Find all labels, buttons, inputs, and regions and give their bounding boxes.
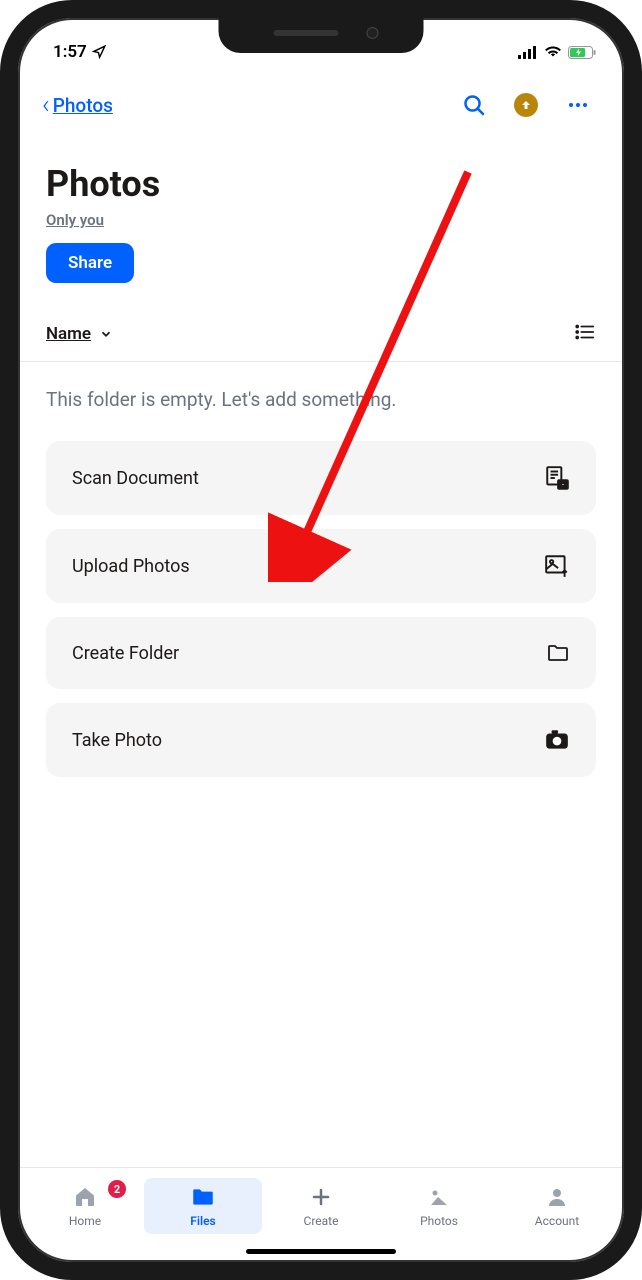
sort-button[interactable]: Name <box>46 324 113 344</box>
search-icon <box>462 93 486 117</box>
share-button[interactable]: Share <box>46 243 134 283</box>
page-title: Photos <box>46 163 596 205</box>
action-label: Create Folder <box>72 643 179 664</box>
view-toggle-button[interactable] <box>574 321 596 347</box>
chevron-left-icon: ‹ <box>42 90 50 120</box>
upgrade-button[interactable] <box>504 83 548 127</box>
upload-photos-icon <box>544 553 570 579</box>
action-label: Take Photo <box>72 730 162 751</box>
photos-icon <box>427 1185 451 1209</box>
camera-icon <box>544 727 570 753</box>
wifi-icon <box>544 46 562 59</box>
scan-document-action[interactable]: Scan Document <box>46 441 596 515</box>
chevron-down-icon <box>99 327 113 341</box>
more-horizontal-icon <box>566 93 590 117</box>
upload-photos-action[interactable]: Upload Photos <box>46 529 596 603</box>
location-icon <box>92 45 106 59</box>
tab-label: Account <box>535 1214 579 1228</box>
tab-label: Files <box>190 1214 215 1228</box>
create-folder-action[interactable]: Create Folder <box>46 617 596 689</box>
account-icon <box>545 1185 569 1209</box>
status-time: 1:57 <box>53 42 87 62</box>
home-icon <box>73 1185 97 1209</box>
more-button[interactable] <box>556 83 600 127</box>
folder-icon <box>190 1184 216 1210</box>
plus-icon <box>309 1185 333 1209</box>
search-button[interactable] <box>452 83 496 127</box>
tab-label: Photos <box>420 1214 458 1228</box>
tab-label: Home <box>69 1214 101 1228</box>
access-label[interactable]: Only you <box>46 211 596 229</box>
folder-icon <box>546 641 570 665</box>
empty-message: This folder is empty. Let's add somethin… <box>46 388 596 411</box>
action-label: Upload Photos <box>72 556 190 577</box>
battery-icon <box>568 46 596 59</box>
list-view-icon <box>574 321 596 343</box>
tab-photos[interactable]: Photos <box>380 1178 498 1234</box>
tab-home[interactable]: 2 Home <box>26 1178 144 1234</box>
bottom-nav: 2 Home Files Create Photos Account <box>18 1167 624 1262</box>
signal-icon <box>518 46 538 59</box>
home-indicator[interactable] <box>246 1249 396 1254</box>
action-label: Scan Document <box>72 468 199 489</box>
take-photo-action[interactable]: Take Photo <box>46 703 596 777</box>
scan-document-icon <box>544 465 570 491</box>
tab-label: Create <box>304 1214 339 1228</box>
sort-label: Name <box>46 324 91 344</box>
tab-account[interactable]: Account <box>498 1178 616 1234</box>
arrow-up-icon <box>520 99 532 111</box>
back-button[interactable]: ‹ Photos <box>42 90 113 120</box>
nav-bar: ‹ Photos <box>18 68 624 135</box>
tab-create[interactable]: Create <box>262 1178 380 1234</box>
tab-files[interactable]: Files <box>144 1178 262 1234</box>
back-label: Photos <box>53 94 113 117</box>
home-badge: 2 <box>108 1180 126 1198</box>
